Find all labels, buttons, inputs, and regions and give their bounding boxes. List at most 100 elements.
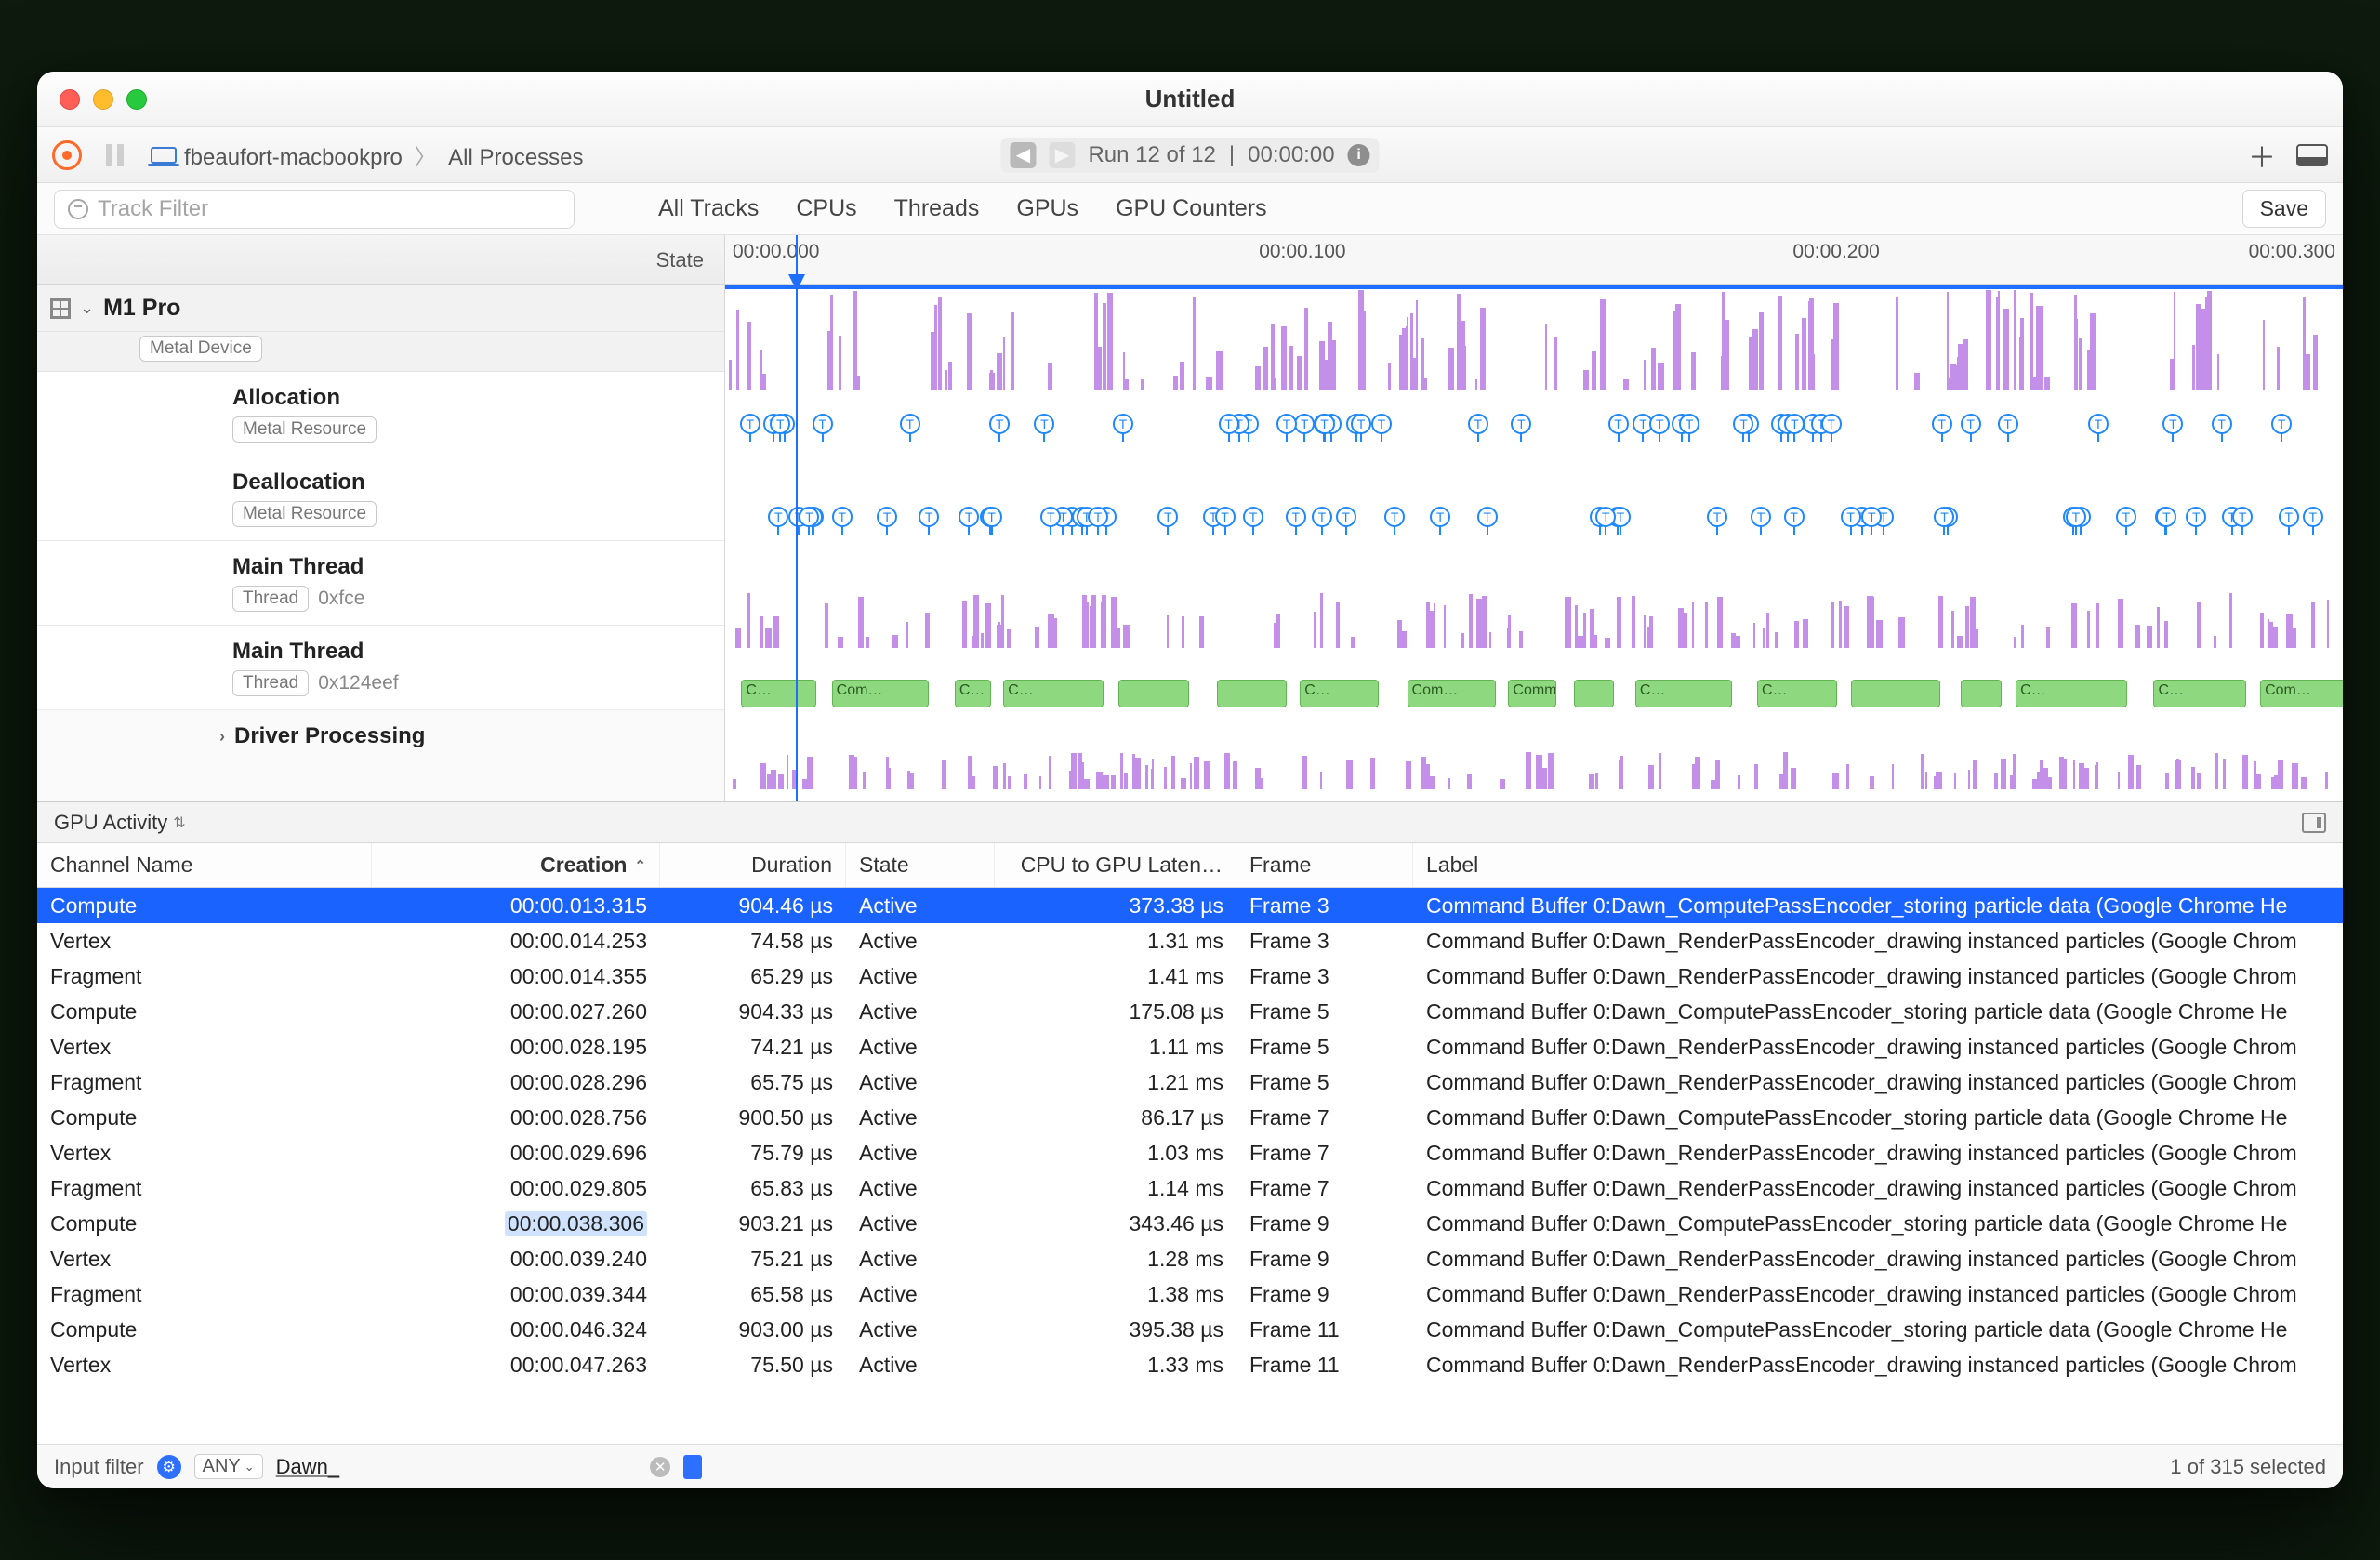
- run-label: Run 12 of 12: [1088, 142, 1215, 168]
- close-button[interactable]: [60, 89, 80, 110]
- minimize-button[interactable]: [93, 89, 113, 110]
- titlebar: Untitled: [37, 72, 2343, 127]
- filter-row: Track Filter All Tracks CPUs Threads GPU…: [37, 183, 2343, 235]
- zoom-button[interactable]: [126, 89, 147, 110]
- table-row[interactable]: Compute00:00.038.306903.21 µsActive343.4…: [37, 1206, 2343, 1241]
- breadcrumb-separator: 〉: [414, 145, 436, 170]
- track-title: Main Thread: [232, 554, 724, 580]
- window-title: Untitled: [37, 85, 2343, 113]
- timeline-lanes: TTTTTTTTTTTTTTTTTTTTTTTTTTTTTTTTTTTTTTTT…: [725, 285, 2343, 801]
- ruler-tick: 00:00.300: [2249, 241, 2335, 263]
- table-body: Compute00:00.013.315904.46 µsActive373.3…: [37, 888, 2343, 1444]
- toolbar: fbeaufort-macbookpro 〉 All Processes ◀ ▶…: [37, 127, 2343, 183]
- table-row[interactable]: Vertex00:00.028.19574.21 µsActive1.11 ms…: [37, 1029, 2343, 1064]
- device-icon: [151, 147, 177, 164]
- activity-table: Channel Name Creation⌃ Duration State CP…: [37, 843, 2343, 1444]
- run-selector: ◀ ▶ Run 12 of 12 | 00:00:00 i: [1000, 138, 1379, 173]
- table-row[interactable]: Fragment00:00.028.29665.75 µsActive1.21 …: [37, 1064, 2343, 1100]
- input-filter-label: Input filter: [54, 1455, 144, 1479]
- device-chip: Metal Device: [139, 336, 262, 362]
- col-channel[interactable]: Channel Name: [37, 843, 372, 887]
- tab-cpus[interactable]: CPUs: [796, 195, 856, 222]
- filter-icon: [68, 199, 88, 219]
- breadcrumb-host: fbeaufort-macbookpro: [184, 145, 403, 170]
- driver-processing-row[interactable]: › Driver Processing: [37, 710, 724, 762]
- table-row[interactable]: Vertex00:00.014.25374.58 µsActive1.31 ms…: [37, 923, 2343, 958]
- record-button[interactable]: [52, 140, 82, 170]
- timeline-ruler[interactable]: 00:00.000 00:00.100 00:00.200 00:00.300: [725, 235, 2343, 285]
- ruler-tick: 00:00.200: [1792, 241, 1879, 263]
- add-button[interactable]: ＋: [2248, 135, 2276, 176]
- col-duration[interactable]: Duration: [660, 843, 846, 887]
- run-time: 00:00:00: [1248, 142, 1334, 168]
- lane-driver: [725, 743, 2343, 789]
- state-label: State: [656, 248, 704, 272]
- save-button[interactable]: Save: [2242, 190, 2326, 228]
- pause-button[interactable]: [106, 144, 126, 166]
- lane-state: [725, 289, 2343, 390]
- col-creation[interactable]: Creation⌃: [372, 843, 660, 887]
- detail-dropdown-label: GPU Activity: [54, 811, 167, 835]
- breadcrumb[interactable]: fbeaufort-macbookpro 〉 All Processes: [184, 139, 584, 171]
- chevron-right-icon: ›: [219, 727, 225, 747]
- device-grid-icon: [50, 298, 71, 319]
- table-row[interactable]: Compute00:00.013.315904.46 µsActive373.3…: [37, 888, 2343, 923]
- updown-icon: ⇅: [173, 813, 185, 832]
- chevron-down-icon: ⌄: [80, 298, 94, 318]
- track-title: Main Thread: [232, 639, 724, 665]
- table-row[interactable]: Compute00:00.027.260904.33 µsActive175.0…: [37, 994, 2343, 1029]
- track-filter-input[interactable]: Track Filter: [54, 190, 575, 229]
- tab-gpus[interactable]: GPUs: [1016, 195, 1078, 222]
- driver-processing-label: Driver Processing: [234, 723, 425, 749]
- table-row[interactable]: Compute00:00.028.756900.50 µsActive86.17…: [37, 1100, 2343, 1135]
- filter-any-pill[interactable]: ANY⌄: [194, 1454, 263, 1479]
- filter-mode-icon[interactable]: ⚙: [157, 1455, 181, 1479]
- timeline-section: State ⌄ M1 Pro Metal Device Allocation M…: [37, 235, 2343, 802]
- col-latency[interactable]: CPU to GPU Laten…: [995, 843, 1236, 887]
- info-icon[interactable]: i: [1348, 144, 1370, 166]
- table-row[interactable]: Vertex00:00.029.69675.79 µsActive1.03 ms…: [37, 1135, 2343, 1170]
- footer: Input filter ⚙ ANY⌄ Dawn_ ✕ 1 of 315 sel…: [37, 1444, 2343, 1488]
- track-chip: Metal Resource: [232, 501, 377, 527]
- column-toggle-icon[interactable]: [2302, 813, 2326, 833]
- table-row[interactable]: Vertex00:00.047.26375.50 µsActive1.33 ms…: [37, 1347, 2343, 1382]
- next-run-button[interactable]: ▶: [1049, 142, 1075, 168]
- table-row[interactable]: Fragment00:00.039.34465.58 µsActive1.38 …: [37, 1276, 2343, 1312]
- table-row[interactable]: Fragment00:00.014.35565.29 µsActive1.41 …: [37, 958, 2343, 994]
- track-chip: Thread: [232, 670, 309, 696]
- track-item[interactable]: Deallocation Metal Resource: [37, 456, 724, 541]
- input-filter-value[interactable]: Dawn_: [276, 1455, 339, 1479]
- track-item[interactable]: Allocation Metal Resource: [37, 372, 724, 456]
- timeline-area[interactable]: 00:00.000 00:00.100 00:00.200 00:00.300 …: [725, 235, 2343, 801]
- track-chip: Thread: [232, 586, 309, 612]
- ruler-tick: 00:00.000: [733, 241, 819, 263]
- track-tabs: All Tracks CPUs Threads GPUs GPU Counter…: [658, 195, 1267, 222]
- table-row[interactable]: Vertex00:00.039.24075.21 µsActive1.28 ms…: [37, 1241, 2343, 1276]
- tab-all-tracks[interactable]: All Tracks: [658, 195, 759, 222]
- lane-thread-2: C…Com…C…C…C…Com…Comm…C…C…C…C…Com…C…C…C…C…: [725, 674, 2343, 717]
- lane-deallocation: TTTTTTTTTTTTTTTTTTTTTTTTTTTTTTTTTTTTTTTT…: [725, 497, 2343, 562]
- table-row[interactable]: Fragment00:00.029.80565.83 µsActive1.14 …: [37, 1170, 2343, 1206]
- col-frame[interactable]: Frame: [1236, 843, 1413, 887]
- playhead[interactable]: [796, 235, 798, 801]
- detail-selector[interactable]: GPU Activity ⇅: [37, 802, 2343, 843]
- tab-gpu-counters[interactable]: GPU Counters: [1116, 195, 1267, 222]
- track-sidebar: State ⌄ M1 Pro Metal Device Allocation M…: [37, 235, 725, 801]
- toggle-detail-button[interactable]: [2296, 144, 2328, 166]
- traffic-lights: [60, 89, 147, 110]
- device-row[interactable]: ⌄ M1 Pro: [37, 285, 724, 332]
- table-header: Channel Name Creation⌃ Duration State CP…: [37, 843, 2343, 888]
- tab-threads[interactable]: Threads: [894, 195, 980, 222]
- track-item[interactable]: Main Thread Thread 0xfce: [37, 541, 724, 626]
- col-label[interactable]: Label: [1413, 843, 2343, 887]
- track-item[interactable]: Main Thread Thread 0x124eef: [37, 626, 724, 710]
- filter-toggle-icon[interactable]: [683, 1455, 702, 1479]
- col-state[interactable]: State: [846, 843, 995, 887]
- prev-run-button[interactable]: ◀: [1010, 142, 1036, 168]
- table-row[interactable]: Compute00:00.046.324903.00 µsActive395.3…: [37, 1312, 2343, 1347]
- selection-count: 1 of 315 selected: [2170, 1455, 2326, 1479]
- clear-filter-button[interactable]: ✕: [650, 1457, 670, 1477]
- track-filter-placeholder: Track Filter: [98, 196, 208, 222]
- track-title: Allocation: [232, 385, 724, 411]
- track-title: Deallocation: [232, 469, 724, 496]
